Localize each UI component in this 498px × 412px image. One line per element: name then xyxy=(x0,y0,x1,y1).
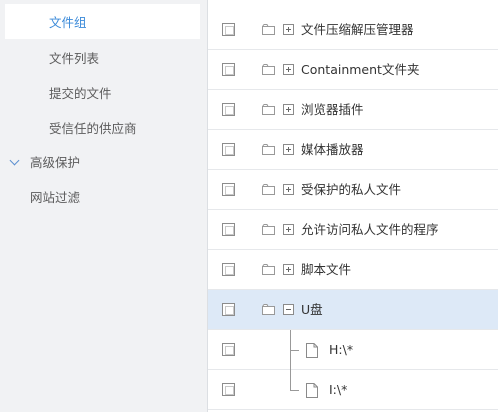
row-checkbox[interactable] xyxy=(222,23,235,36)
sidebar-item-file-list[interactable]: 文件列表 xyxy=(0,40,200,75)
tree-connector-line xyxy=(290,330,291,350)
row-checkbox[interactable] xyxy=(222,183,235,196)
tree-connector-line xyxy=(290,350,291,390)
sidebar-item-advanced-protection[interactable]: 高级保护 xyxy=(0,144,200,179)
sidebar-item-trusted-vendors[interactable]: 受信任的供应商 xyxy=(0,110,200,145)
file-group-tree: 文件压缩解压管理器 Containment文件夹 浏览器插件 媒体播放器 受保护… xyxy=(208,0,498,412)
tree-row-archive-managers[interactable]: 文件压缩解压管理器 xyxy=(208,10,498,50)
tree-row-label: 媒体播放器 xyxy=(301,142,364,157)
tree-row-label: 受保护的私人文件 xyxy=(301,182,402,197)
file-icon xyxy=(306,343,318,358)
sidebar-item-label: 文件列表 xyxy=(49,51,100,66)
folder-icon xyxy=(262,64,275,75)
tree-row-label: Containment文件夹 xyxy=(301,62,420,77)
row-checkbox[interactable] xyxy=(222,223,235,236)
tree-row-containment-folder[interactable]: Containment文件夹 xyxy=(208,50,498,90)
tree-row-label: 文件压缩解压管理器 xyxy=(301,22,414,37)
folder-icon xyxy=(262,184,275,195)
row-checkbox[interactable] xyxy=(222,303,235,316)
row-checkbox[interactable] xyxy=(222,143,235,156)
folder-icon xyxy=(262,104,275,115)
folder-icon xyxy=(262,24,275,35)
tree-row-label: 浏览器插件 xyxy=(301,102,364,117)
expand-icon[interactable] xyxy=(283,224,294,235)
tree-row-label: I:\* xyxy=(329,382,348,397)
row-checkbox[interactable] xyxy=(222,103,235,116)
expand-icon[interactable] xyxy=(283,184,294,195)
tree-row-protected-private-files[interactable]: 受保护的私人文件 xyxy=(208,170,498,210)
collapse-icon[interactable] xyxy=(283,304,294,315)
row-checkbox[interactable] xyxy=(222,63,235,76)
chevron-down-icon[interactable] xyxy=(9,155,20,166)
tree-row-drive-h[interactable]: H:\* xyxy=(208,330,498,370)
sidebar-item-label: 网站过滤 xyxy=(30,190,81,205)
row-checkbox[interactable] xyxy=(222,343,235,356)
tree-row-label: U盘 xyxy=(301,302,323,317)
tree-row-media-players[interactable]: 媒体播放器 xyxy=(208,130,498,170)
sidebar-item-submitted-files[interactable]: 提交的文件 xyxy=(0,75,200,110)
tree-row-drive-i[interactable]: I:\* xyxy=(208,350,498,410)
folder-icon xyxy=(262,264,275,275)
sidebar-item-label: 提交的文件 xyxy=(49,86,112,101)
file-icon xyxy=(306,383,318,398)
expand-icon[interactable] xyxy=(283,24,294,35)
tree-row-usb-drive[interactable]: U盘 xyxy=(208,290,498,330)
expand-icon[interactable] xyxy=(283,264,294,275)
sidebar-item-label: 文件组 xyxy=(49,15,87,30)
tree-row-label: 脚本文件 xyxy=(301,262,352,277)
sidebar-item-file-groups[interactable]: 文件组 xyxy=(5,4,200,39)
tree-row-label: 允许访问私人文件的程序 xyxy=(301,222,439,237)
sidebar-item-label: 高级保护 xyxy=(30,155,81,170)
tree-connector-line xyxy=(290,350,299,351)
tree-row-browser-plugins[interactable]: 浏览器插件 xyxy=(208,90,498,130)
sidebar-item-website-filtering[interactable]: 网站过滤 xyxy=(0,179,200,214)
tree-row-programs-allowed-private-files[interactable]: 允许访问私人文件的程序 xyxy=(208,210,498,250)
expand-icon[interactable] xyxy=(283,144,294,155)
tree-row-label: H:\* xyxy=(329,342,354,357)
expand-icon[interactable] xyxy=(283,64,294,75)
row-checkbox[interactable] xyxy=(222,383,235,396)
folder-icon xyxy=(262,144,275,155)
folder-icon xyxy=(262,224,275,235)
expand-icon[interactable] xyxy=(283,104,294,115)
tree-row-script-files[interactable]: 脚本文件 xyxy=(208,250,498,290)
sidebar-item-label: 受信任的供应商 xyxy=(49,121,137,136)
folder-icon xyxy=(262,304,275,315)
sidebar: 文件组 文件列表 提交的文件 受信任的供应商 高级保护 网站过滤 xyxy=(0,0,200,412)
tree-connector-line xyxy=(290,390,299,391)
row-checkbox[interactable] xyxy=(222,263,235,276)
